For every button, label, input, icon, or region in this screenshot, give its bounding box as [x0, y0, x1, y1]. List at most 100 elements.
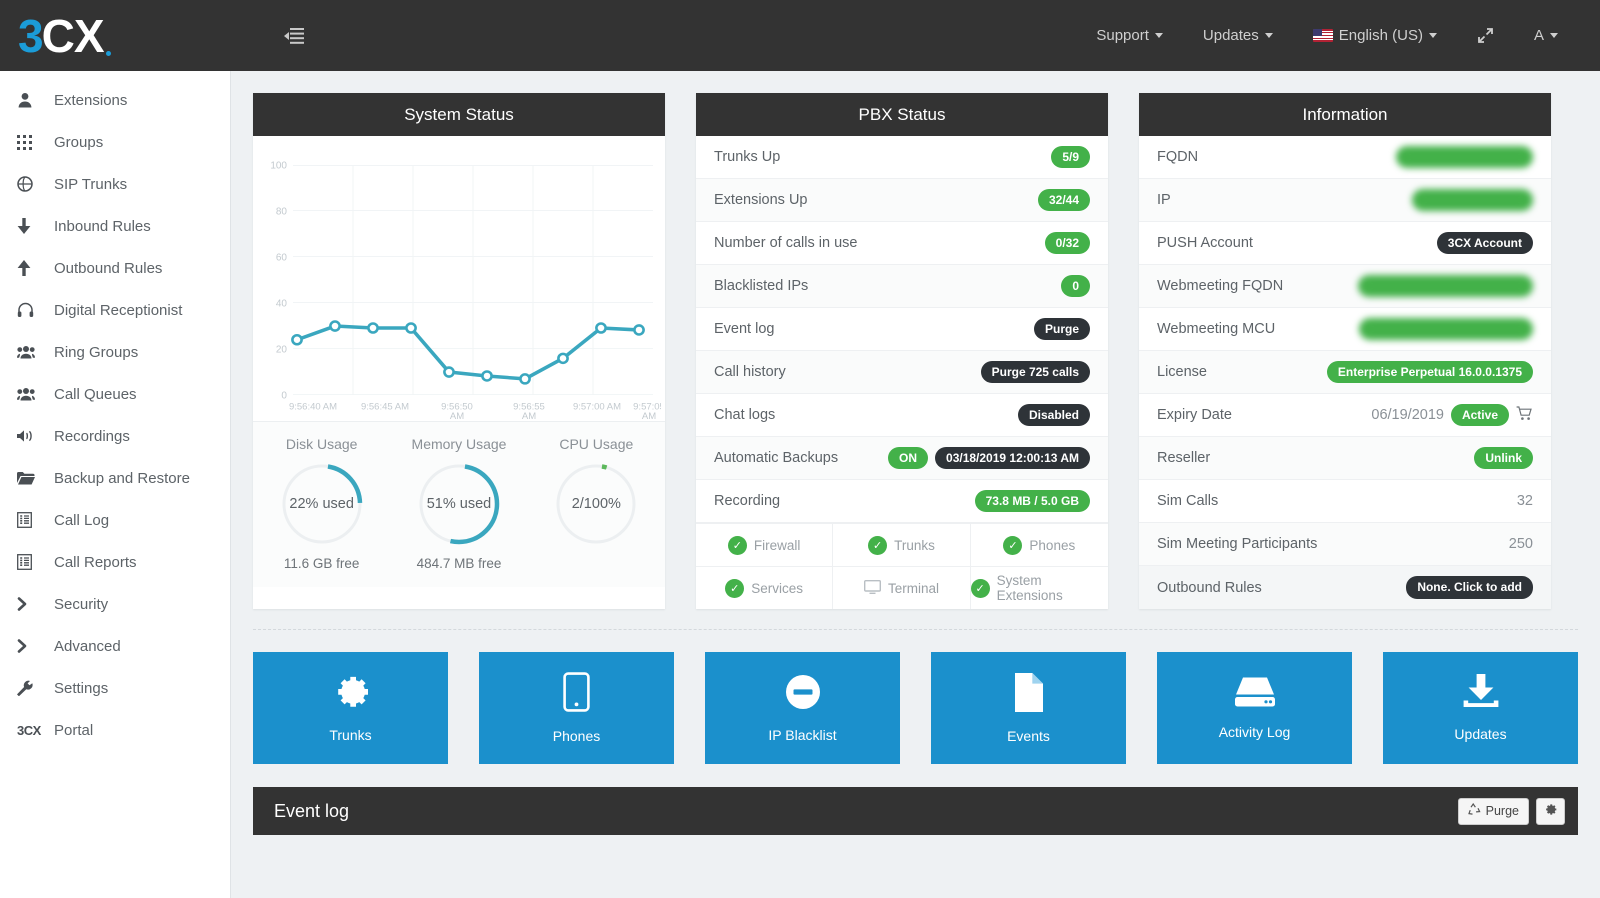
sidebar-item-label: Portal	[54, 721, 94, 739]
nav-language[interactable]: English (US)	[1293, 16, 1457, 56]
license-active-badge[interactable]: Active	[1450, 403, 1509, 427]
info-row-webmeeting-fqdn: Webmeeting FQDN redacted-webmeeting-fqdn	[1139, 265, 1551, 308]
event-log-bar: Event log Purge	[253, 787, 1578, 835]
nav-language-label: English (US)	[1338, 27, 1423, 44]
nav-support[interactable]: Support	[1076, 16, 1183, 56]
panel-title-system-status: System Status	[253, 93, 665, 136]
sidebar-item-portal[interactable]: 3CX Portal	[0, 709, 230, 751]
info-row-license: License Enterprise Perpetual 16.0.0.1375	[1139, 351, 1551, 394]
sidebar-item-extensions[interactable]: Extensions	[0, 79, 230, 121]
sidebar-item-backup-and-restore[interactable]: Backup and Restore	[0, 457, 230, 499]
row-label: FQDN	[1157, 149, 1199, 165]
tile-phones[interactable]: Phones	[479, 652, 674, 764]
backup-timestamp-badge[interactable]: 03/18/2019 12:00:13 AM	[935, 446, 1090, 470]
status-cell-phones[interactable]: ✓ Phones	[970, 523, 1108, 566]
gauge-title: Memory Usage	[411, 436, 507, 452]
sidebar-item-outbound-rules[interactable]: Outbound Rules	[0, 247, 230, 289]
tile-updates[interactable]: Updates	[1383, 652, 1578, 764]
purge-event-log-button[interactable]: Purge	[1033, 317, 1090, 341]
status-cell-terminal[interactable]: Terminal	[833, 566, 971, 609]
tile-trunks[interactable]: Trunks	[253, 652, 448, 764]
nav-updates[interactable]: Updates	[1183, 16, 1293, 56]
backup-toggle-badge[interactable]: ON	[888, 446, 929, 470]
status-cell-label: Terminal	[887, 580, 939, 596]
webmeeting-mcu-badge[interactable]: redacted-webmeeting-mcu	[1358, 317, 1533, 341]
pbx-row-chat-logs: Chat logs Disabled	[696, 394, 1108, 437]
sidebar-item-advanced[interactable]: Advanced	[0, 625, 230, 667]
chevron-down-icon	[1264, 33, 1273, 38]
status-badge[interactable]: Disabled	[1017, 403, 1090, 427]
svg-text:AM: AM	[522, 410, 536, 421]
status-badge[interactable]: 73.8 MB / 5.0 GB	[974, 489, 1090, 513]
purge-call-history-button[interactable]: Purge 725 calls	[980, 360, 1090, 384]
sidebar-item-label: Groups	[54, 133, 104, 151]
row-label: Webmeeting FQDN	[1157, 278, 1284, 294]
fullscreen-icon	[1478, 28, 1493, 43]
push-account-badge[interactable]: 3CX Account	[1436, 231, 1533, 255]
svg-text:20: 20	[276, 345, 288, 356]
row-label: Event log	[714, 321, 775, 337]
ip-value-badge[interactable]: redacted-ip-value	[1411, 188, 1533, 212]
license-badge[interactable]: Enterprise Perpetual 16.0.0.1375	[1326, 360, 1533, 384]
row-label: Number of calls in use	[714, 235, 858, 251]
usage-gauges: Disk Usage 22% used 11.6 GB free Memory …	[253, 421, 665, 587]
panel-title-information: Information	[1139, 93, 1551, 136]
sidebar-item-security[interactable]: Security	[0, 583, 230, 625]
svg-text:100: 100	[270, 161, 287, 172]
cart-icon[interactable]	[1516, 405, 1533, 425]
collapse-sidebar-icon[interactable]	[279, 21, 309, 51]
3cx-logo-icon: 3CX	[17, 722, 41, 738]
status-cell-label: Phones	[1029, 537, 1076, 553]
pbx-row-call-history: Call history Purge 725 calls	[696, 351, 1108, 394]
tile-ip-blacklist[interactable]: IP Blacklist	[705, 652, 900, 764]
3cx-logo[interactable]: 3 CX	[18, 13, 111, 59]
status-badge[interactable]: 32/44	[1037, 188, 1090, 212]
sidebar-item-inbound-rules[interactable]: Inbound Rules	[0, 205, 230, 247]
tile-events[interactable]: Events	[931, 652, 1126, 764]
status-cell-services[interactable]: ✓ Services	[696, 566, 834, 609]
event-log-purge-button[interactable]: Purge	[1457, 797, 1529, 825]
sidebar-item-label: Advanced	[54, 637, 121, 655]
sidebar-item-recordings[interactable]: Recordings	[0, 415, 230, 457]
status-cell-system-extensions[interactable]: ✓ System Extensions	[970, 566, 1108, 609]
tile-label: Phones	[552, 728, 601, 744]
status-badge[interactable]: 0/32	[1044, 231, 1090, 255]
webmeeting-fqdn-badge[interactable]: redacted-webmeeting-fqdn	[1357, 274, 1533, 298]
reseller-unlink-button[interactable]: Unlink	[1474, 446, 1533, 470]
sidebar-item-sip-trunks[interactable]: SIP Trunks	[0, 163, 230, 205]
top-bar: 3 CX Support Updates English (US) A	[0, 0, 1600, 71]
tile-label: Events	[1007, 727, 1050, 744]
folder-icon	[17, 471, 49, 485]
status-badge[interactable]: 0	[1061, 274, 1090, 298]
sidebar-item-call-log[interactable]: Call Log	[0, 499, 230, 541]
row-label: Sim Meeting Participants	[1157, 536, 1318, 552]
sidebar-item-digital-receptionist[interactable]: Digital Receptionist	[0, 289, 230, 331]
svg-text:9:56:40 AM: 9:56:40 AM	[289, 400, 337, 411]
report-icon	[17, 554, 49, 570]
status-cell-firewall[interactable]: ✓ Firewall	[696, 523, 834, 566]
fqdn-value-badge[interactable]: redacted-fqdn-value	[1396, 145, 1533, 169]
document-icon	[1013, 672, 1044, 717]
status-cell-label: Services	[751, 580, 804, 596]
check-icon: ✓	[868, 535, 888, 555]
svg-text:9:57:00 AM: 9:57:00 AM	[573, 400, 621, 411]
panel-pbx-status: PBX Status Trunks Up 5/9 Extensions Up 3…	[696, 93, 1108, 609]
status-badge[interactable]: 5/9	[1051, 145, 1090, 169]
status-cell-label: System Extensions	[996, 573, 1063, 603]
outbound-rules-add-button[interactable]: None. Click to add	[1406, 576, 1533, 599]
event-log-settings-button[interactable]	[1536, 797, 1565, 825]
sidebar-item-call-reports[interactable]: Call Reports	[0, 541, 230, 583]
sidebar-item-settings[interactable]: Settings	[0, 667, 230, 709]
row-label: Automatic Backups	[714, 450, 839, 466]
sidebar-item-ring-groups[interactable]: Ring Groups	[0, 331, 230, 373]
nav-fullscreen[interactable]	[1457, 16, 1514, 56]
headset-icon	[17, 302, 49, 318]
status-cell-trunks[interactable]: ✓ Trunks	[833, 523, 971, 566]
sidebar-item-call-queues[interactable]: Call Queues	[0, 373, 230, 415]
pbx-status-grid: ✓ Firewall ✓ Trunks ✓ Phones ✓ Services	[696, 523, 1108, 609]
sidebar-item-groups[interactable]: Groups	[0, 121, 230, 163]
sidebar-item-label: Outbound Rules	[54, 259, 163, 277]
tile-activity-log[interactable]: Activity Log	[1157, 652, 1352, 764]
nav-account[interactable]: A	[1514, 16, 1578, 56]
grid-icon	[17, 134, 49, 150]
